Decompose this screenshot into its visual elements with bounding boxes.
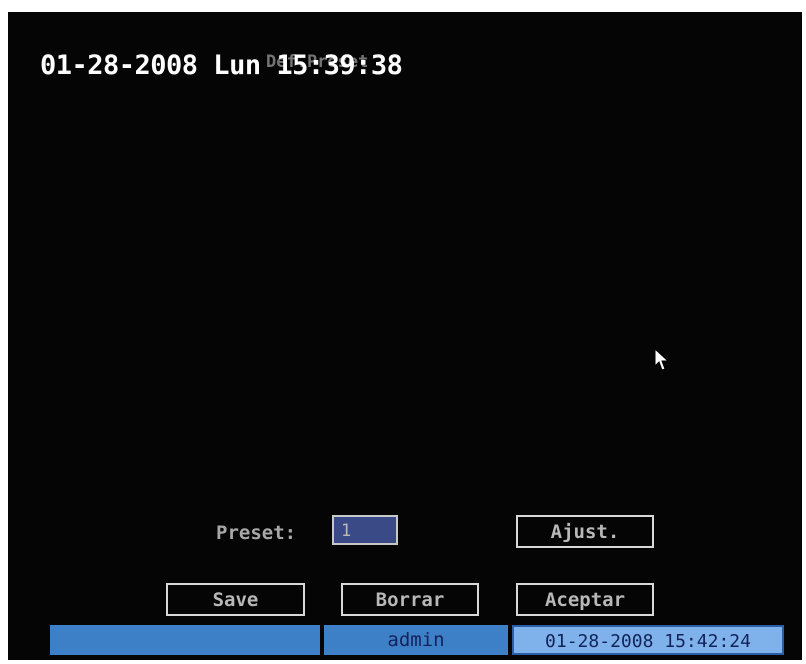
- borrar-button[interactable]: Borrar: [341, 583, 479, 616]
- ajust-button[interactable]: Ajust.: [516, 515, 654, 548]
- aceptar-button[interactable]: Aceptar: [516, 583, 654, 616]
- status-clock: 01-28-2008 15:42:24: [512, 625, 784, 655]
- mouse-pointer-icon: [654, 348, 670, 371]
- preset-label: Preset:: [216, 522, 297, 544]
- save-button[interactable]: Save: [166, 583, 305, 616]
- status-bar: admin 01-28-2008 15:42:24: [50, 625, 784, 655]
- osd-timestamp: 01-28-2008 Lun 15:39:38: [40, 50, 403, 81]
- dvr-screen: Def.Preset 01-28-2008 Lun 15:39:38 Prese…: [8, 12, 802, 660]
- preset-number-input[interactable]: 1: [332, 515, 398, 545]
- current-user: admin: [324, 625, 508, 655]
- status-message: [50, 625, 320, 655]
